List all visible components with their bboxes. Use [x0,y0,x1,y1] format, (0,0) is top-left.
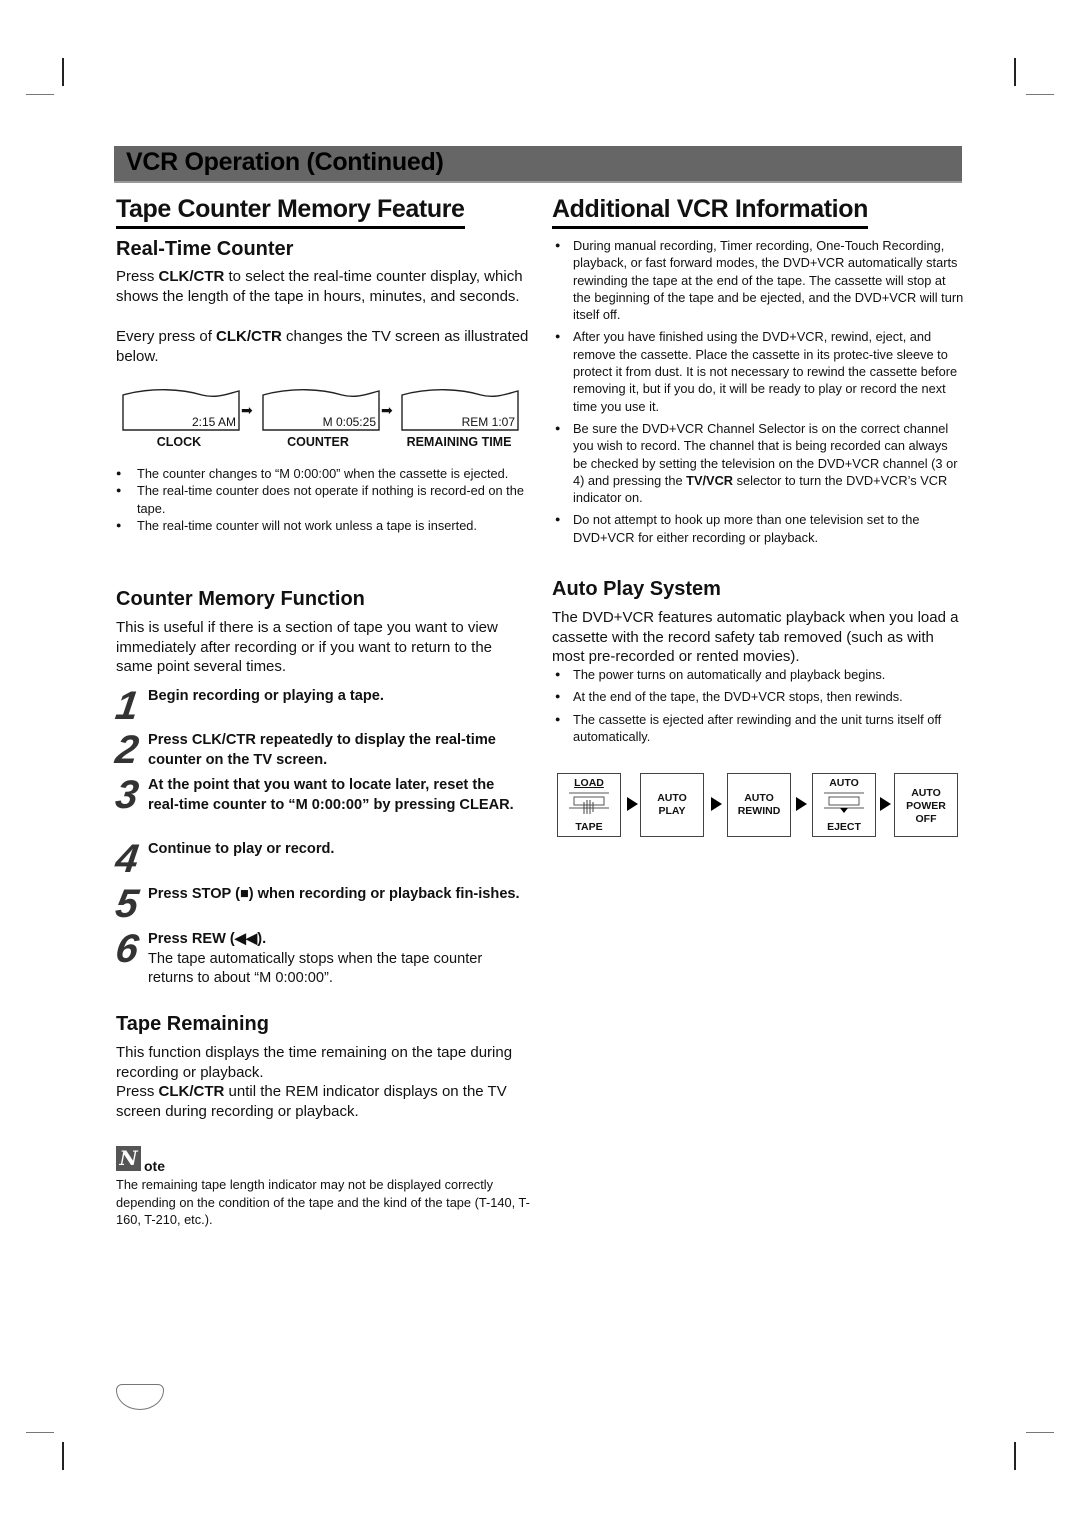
crop-mark [62,1442,64,1470]
tv-screen-counter: M 0:05:25 [262,387,380,431]
right-arrow-icon: ➡ [241,402,253,418]
key-name: CLK/CTR [216,328,282,345]
list-item: The cassette is ejected after rewinding … [552,711,964,746]
flow-arrow-icon [880,797,891,811]
screen-label-counter: COUNTER [287,435,349,449]
key-name: CLK/CTR [158,1083,225,1100]
flow-auto-eject: AUTO EJECT [812,773,876,837]
realtime-notes: The counter changes to “M 0:00:00” when … [116,465,526,534]
note-label: ote [144,1158,165,1174]
text: Press [116,1083,159,1100]
flow-label: AUTO PLAY [657,792,687,817]
list-item: Do not attempt to hook up more than one … [552,511,964,546]
crop-mark [1014,58,1016,86]
list-item: At the end of the tape, the DVD+VCR stop… [552,688,964,706]
list-item: After you have finished using the DVD+VC… [552,328,964,414]
list-item: Be sure the DVD+VCR Channel Selector is … [552,420,964,506]
list-item: The real-time counter does not operate i… [116,482,526,517]
crop-mark [1026,94,1054,95]
banner-title: VCR Operation (Continued) [126,148,444,176]
text: Press [116,268,159,285]
screen-value: REM 1:07 [461,415,515,429]
step-number: 6 [112,927,142,971]
flow-arrow-icon [796,797,807,811]
crop-mark [26,1432,54,1433]
memory-heading: Counter Memory Function [116,588,365,610]
flow-label: AUTO POWER OFF [906,787,946,825]
step-number: 4 [112,837,142,881]
step-number: 3 [112,773,142,817]
step-text: Continue to play or record. [148,841,335,857]
left-title: Tape Counter Memory Feature [116,194,465,229]
step-number: 2 [112,728,142,772]
realtime-paragraph-2: Every press of CLK/CTR changes the TV sc… [116,327,532,366]
step-number: 5 [112,882,142,926]
flow-top-label: AUTO [829,777,859,789]
flow-auto-play: AUTO PLAY [640,773,704,837]
key-name: CLK/CTR [158,268,225,285]
realtime-paragraph-1: Press CLK/CTR to select the real-time co… [116,267,532,306]
step-text: Press STOP (■) when recording or playbac… [148,886,520,902]
memory-intro: This is useful if there is a section of … [116,619,498,675]
crop-mark [1026,1432,1054,1433]
right-title: Additional VCR Information [552,194,868,229]
key-name: TV/VCR [686,472,734,488]
remaining-heading: Tape Remaining [116,1013,269,1035]
crop-mark [26,94,54,95]
crop-mark [1014,1442,1016,1470]
crop-mark [62,58,64,86]
tv-screen-remaining: REM 1:07 [401,387,519,431]
text: Every press of [116,328,217,345]
flow-load-tape: LOAD TAPE [557,773,621,837]
autoplay-intro: The DVD+VCR features automatic playback … [552,609,959,665]
note-text: The remaining tape length indicator may … [116,1177,530,1227]
realtime-heading: Real-Time Counter [116,238,294,260]
flow-arrow-icon [711,797,722,811]
flow-label: AUTO REWIND [737,792,781,817]
list-item: During manual recording, Timer recording… [552,237,964,323]
list-item: The real-time counter will not work unle… [116,517,526,535]
tv-screen-clock: 2:15 AM [122,387,240,431]
flow-arrow-icon [627,797,638,811]
flow-bottom-label: TAPE [575,821,603,833]
note-icon: N [116,1146,141,1171]
remaining-paragraph-2: Press CLK/CTR until the REM indicator di… [116,1082,532,1121]
autoplay-heading: Auto Play System [552,578,721,600]
step-number: 1 [112,684,142,728]
flow-bottom-label: EJECT [827,821,861,833]
flow-auto-power-off: AUTO POWER OFF [894,773,958,837]
flow-auto-rewind: AUTO REWIND [727,773,791,837]
step-text: Begin recording or playing a tape. [148,688,384,704]
vcr-info-list: During manual recording, Timer recording… [552,237,964,551]
step-text: At the point that you want to locate lat… [148,777,514,813]
load-tape-icon [569,792,609,814]
list-item: The counter changes to “M 0:00:00” when … [116,465,526,483]
page-number-badge [116,1384,164,1410]
section-banner: VCR Operation (Continued) [114,146,962,183]
screen-value: 2:15 AM [191,415,236,429]
step-text: Press CLK/CTR repeatedly to display the … [148,732,496,768]
autoplay-list: The power turns on automatically and pla… [552,666,964,750]
eject-tape-icon [824,792,864,813]
right-arrow-icon: ➡ [381,402,393,418]
step-text: Press REW (◀◀). The tape automatically s… [148,930,528,989]
step-instruction: Press REW (◀◀). [148,931,267,947]
remaining-paragraph-1: This function displays the time remainin… [116,1044,513,1081]
step-detail: The tape automatically stops when the ta… [148,950,483,987]
screen-value: M 0:05:25 [322,415,376,429]
screen-label-clock: CLOCK [156,435,202,449]
flow-top-label: LOAD [574,777,604,789]
screen-label-remaining: REMAINING TIME [406,435,512,449]
list-item: The power turns on automatically and pla… [552,666,964,684]
